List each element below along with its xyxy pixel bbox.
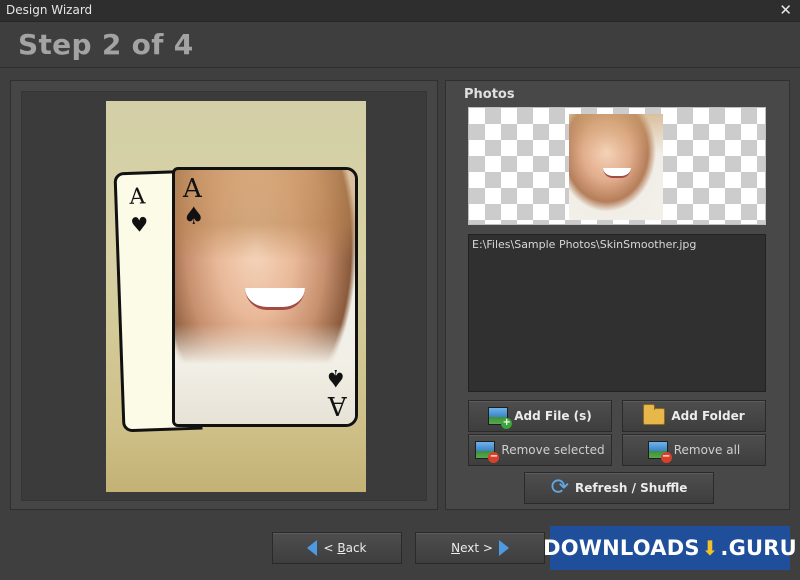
watermark-left-text: DOWNLOADS: [543, 536, 700, 560]
add-files-button[interactable]: + Add File (s): [468, 400, 612, 432]
list-item[interactable]: E:\Files\Sample Photos\SkinSmoother.jpg: [472, 238, 696, 251]
spade-suit-icon-bottom: ♠: [325, 364, 347, 392]
close-icon[interactable]: ✕: [779, 1, 792, 19]
card-rank-bottom: A: [328, 390, 347, 420]
photo-thumbnail: [569, 114, 663, 220]
folder-icon: [643, 403, 666, 425]
thumbnail-smile: [603, 168, 631, 178]
title-bar: Design Wizard ✕: [0, 0, 800, 22]
card-rank-top: A: [183, 174, 202, 204]
wizard-header: Step 2 of 4: [0, 22, 800, 68]
card-photo-smile: [245, 288, 305, 310]
remove-selected-button[interactable]: − Remove selected: [468, 434, 612, 466]
photo-file-list[interactable]: E:\Files\Sample Photos\SkinSmoother.jpg: [468, 234, 766, 392]
thumbnail-hair: [569, 114, 663, 154]
card-preview-area: A ♥ A ♠ ♠ A: [21, 91, 427, 501]
heart-suit-icon: ♥: [129, 212, 149, 237]
spade-suit-icon: ♠: [183, 202, 205, 230]
photos-section-title: Photos: [464, 87, 515, 102]
image-add-icon: +: [488, 407, 513, 429]
card-preview-panel: A ♥ A ♠ ♠ A: [10, 80, 438, 510]
arrow-right-icon: [498, 540, 509, 556]
remove-all-button[interactable]: − Remove all: [622, 434, 766, 466]
photos-panel: Photos E:\Files\Sample Photos\SkinSmooth…: [445, 80, 790, 510]
add-folder-button[interactable]: Add Folder: [622, 400, 766, 432]
watermark-right-text: .GURU: [720, 536, 797, 560]
next-button[interactable]: Next >: [415, 532, 545, 564]
card-background: A ♥ A ♠ ♠ A: [106, 101, 366, 492]
photo-preview: [468, 107, 766, 225]
downloads-guru-watermark: DOWNLOADS ⬇ .GURU: [543, 526, 797, 570]
image-remove-icon: −: [647, 441, 672, 463]
arrow-left-icon: [307, 540, 318, 556]
step-indicator: Step 2 of 4: [18, 28, 194, 61]
image-remove-icon: −: [475, 441, 500, 463]
back-button[interactable]: < Back: [272, 532, 402, 564]
refresh-icon: ⟳: [550, 475, 570, 500]
card-rank: A: [128, 184, 146, 210]
playing-card-front: A ♠ ♠ A: [172, 167, 358, 427]
refresh-shuffle-button[interactable]: ⟳ Refresh / Shuffle: [524, 472, 714, 504]
download-arrow-icon: ⬇: [701, 536, 719, 560]
window-title: Design Wizard: [6, 3, 93, 17]
